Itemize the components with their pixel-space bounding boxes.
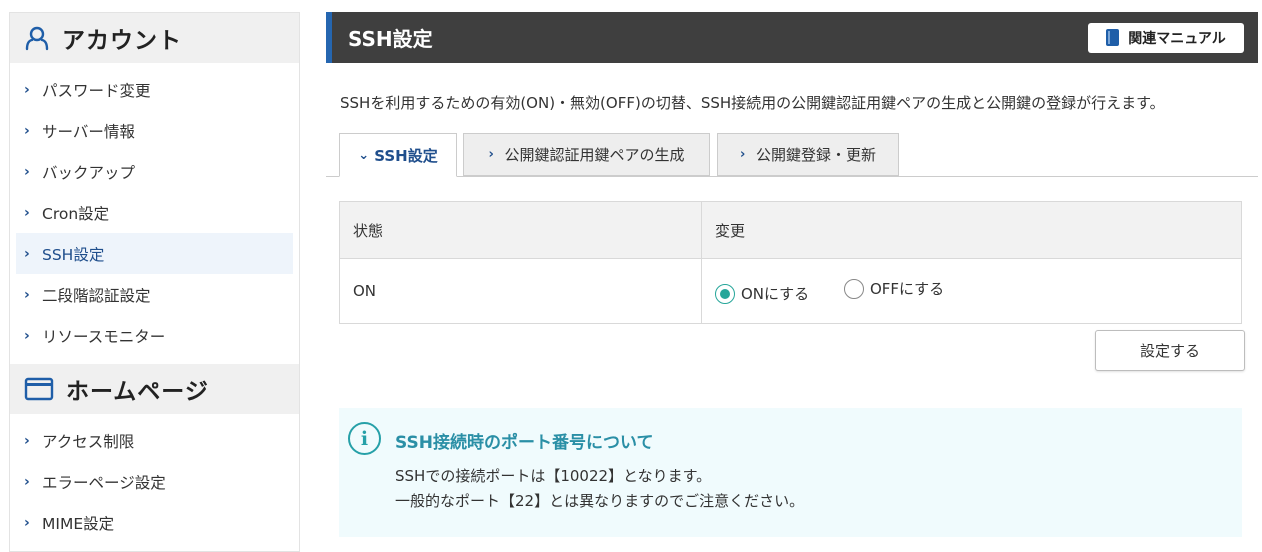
- sidebar-item-backup[interactable]: › バックアップ: [16, 151, 293, 192]
- chevron-right-icon: ›: [24, 327, 30, 344]
- info-title: SSH接続時のポート番号について: [395, 433, 654, 453]
- sidebar-item-label: サーバー情報: [42, 122, 135, 141]
- info-icon: i: [348, 422, 381, 455]
- sidebar-item-label: エラーページ設定: [42, 473, 166, 492]
- radio-on[interactable]: ONにする: [715, 283, 809, 304]
- info-text-line-2: 一般的なポート【22】とは異なりますのでご注意ください。: [395, 492, 805, 510]
- chevron-right-icon: ›: [488, 147, 494, 162]
- radio-on-label: ONにする: [741, 285, 810, 303]
- apply-settings-button[interactable]: 設定する: [1095, 330, 1245, 371]
- radio-on-circle[interactable]: [715, 283, 735, 304]
- sidebar-item-label: Cron設定: [42, 204, 110, 223]
- user-icon: [25, 26, 49, 51]
- chevron-right-icon: ›: [739, 147, 746, 162]
- chevron-right-icon: ›: [24, 163, 30, 180]
- radio-off-label: OFFにする: [869, 280, 945, 298]
- column-header-state: 状態: [339, 201, 702, 259]
- sidebar-item-cron[interactable]: › Cron設定: [16, 192, 293, 233]
- tab-public-key-register[interactable]: › 公開鍵登録・更新: [717, 133, 899, 176]
- book-icon: [1106, 29, 1120, 46]
- sidebar-section-homepage: ホームページ: [10, 364, 299, 414]
- tab-label: 公開鍵登録・更新: [755, 146, 876, 164]
- chevron-right-icon: ›: [24, 432, 30, 449]
- status-value: ON: [339, 258, 702, 324]
- change-options: ONにする OFFにする: [701, 258, 1242, 324]
- related-manual-button[interactable]: 関連マニュアル: [1088, 22, 1244, 53]
- sidebar-section-title: アカウント: [62, 28, 182, 54]
- tab-ssh-settings[interactable]: ⌄ SSH設定: [339, 133, 457, 177]
- sidebar-item-label: MIME設定: [42, 514, 115, 533]
- window-icon: [24, 377, 54, 401]
- radio-off[interactable]: OFFにする: [843, 278, 945, 299]
- sidebar-item-label: SSH設定: [42, 245, 105, 264]
- sidebar-item-password[interactable]: › パスワード変更: [16, 69, 293, 110]
- sidebar-item-label: バックアップ: [42, 163, 136, 182]
- tab-bar: ⌄ SSH設定 › 公開鍵認証用鍵ペアの生成 › 公開鍵登録・更新: [326, 133, 1258, 177]
- sidebar-item-label: アクセス制限: [42, 432, 135, 451]
- chevron-right-icon: ›: [24, 81, 30, 98]
- tab-label: SSH設定: [374, 146, 438, 165]
- sidebar-item-label: リソースモニター: [42, 327, 166, 346]
- radio-off-circle[interactable]: [843, 278, 864, 299]
- tab-keypair-generate[interactable]: › 公開鍵認証用鍵ペアの生成: [463, 133, 710, 176]
- chevron-right-icon: ›: [24, 122, 30, 139]
- sidebar-section-title: ホームページ: [66, 379, 209, 405]
- sidebar-item-resource-monitor[interactable]: › リソースモニター: [16, 315, 293, 356]
- sidebar-section-account: アカウント: [10, 13, 299, 63]
- sidebar-item-access-restriction[interactable]: › アクセス制限: [16, 420, 293, 461]
- column-header-change: 変更: [701, 201, 1242, 259]
- page-title: SSH設定: [348, 27, 433, 51]
- tab-label: 公開鍵認証用鍵ペアの生成: [504, 146, 685, 164]
- sidebar-item-two-factor[interactable]: › 二段階認証設定: [16, 274, 293, 315]
- sidebar-item-mime[interactable]: › MIME設定: [16, 502, 293, 543]
- sidebar-item-ssh[interactable]: › SSH設定: [16, 233, 293, 274]
- page-header: SSH設定 関連マニュアル: [326, 12, 1258, 63]
- chevron-right-icon: ›: [24, 286, 30, 303]
- ssh-status-table: 状態 変更 ON ONにする OFFにする: [339, 201, 1242, 324]
- chevron-right-icon: ›: [24, 514, 30, 531]
- sidebar-item-label: パスワード変更: [42, 81, 151, 100]
- page-description: SSHを利用するための有効(ON)・無効(OFF)の切替、SSH接続用の公開鍵認…: [340, 94, 1165, 112]
- chevron-right-icon: ›: [24, 473, 30, 490]
- sidebar-item-label: 二段階認証設定: [42, 286, 151, 305]
- chevron-right-icon: ›: [24, 204, 30, 221]
- table-header-row: 状態 変更: [339, 201, 1242, 259]
- port-info-box: i SSH接続時のポート番号について SSHでの接続ポートは【10022】となり…: [339, 408, 1242, 537]
- info-text-line-1: SSHでの接続ポートは【10022】となります。: [395, 467, 712, 485]
- related-manual-label: 関連マニュアル: [1128, 30, 1226, 47]
- sidebar-item-server-info[interactable]: › サーバー情報: [16, 110, 293, 151]
- sidebar: アカウント › パスワード変更 › サーバー情報 › バックアップ › Cron設定 ›…: [9, 12, 300, 552]
- chevron-down-icon: ⌄: [358, 147, 370, 163]
- chevron-right-icon: ›: [24, 245, 30, 262]
- table-row: ON ONにする OFFにする: [339, 258, 1242, 324]
- sidebar-item-error-page[interactable]: › エラーページ設定: [16, 461, 293, 502]
